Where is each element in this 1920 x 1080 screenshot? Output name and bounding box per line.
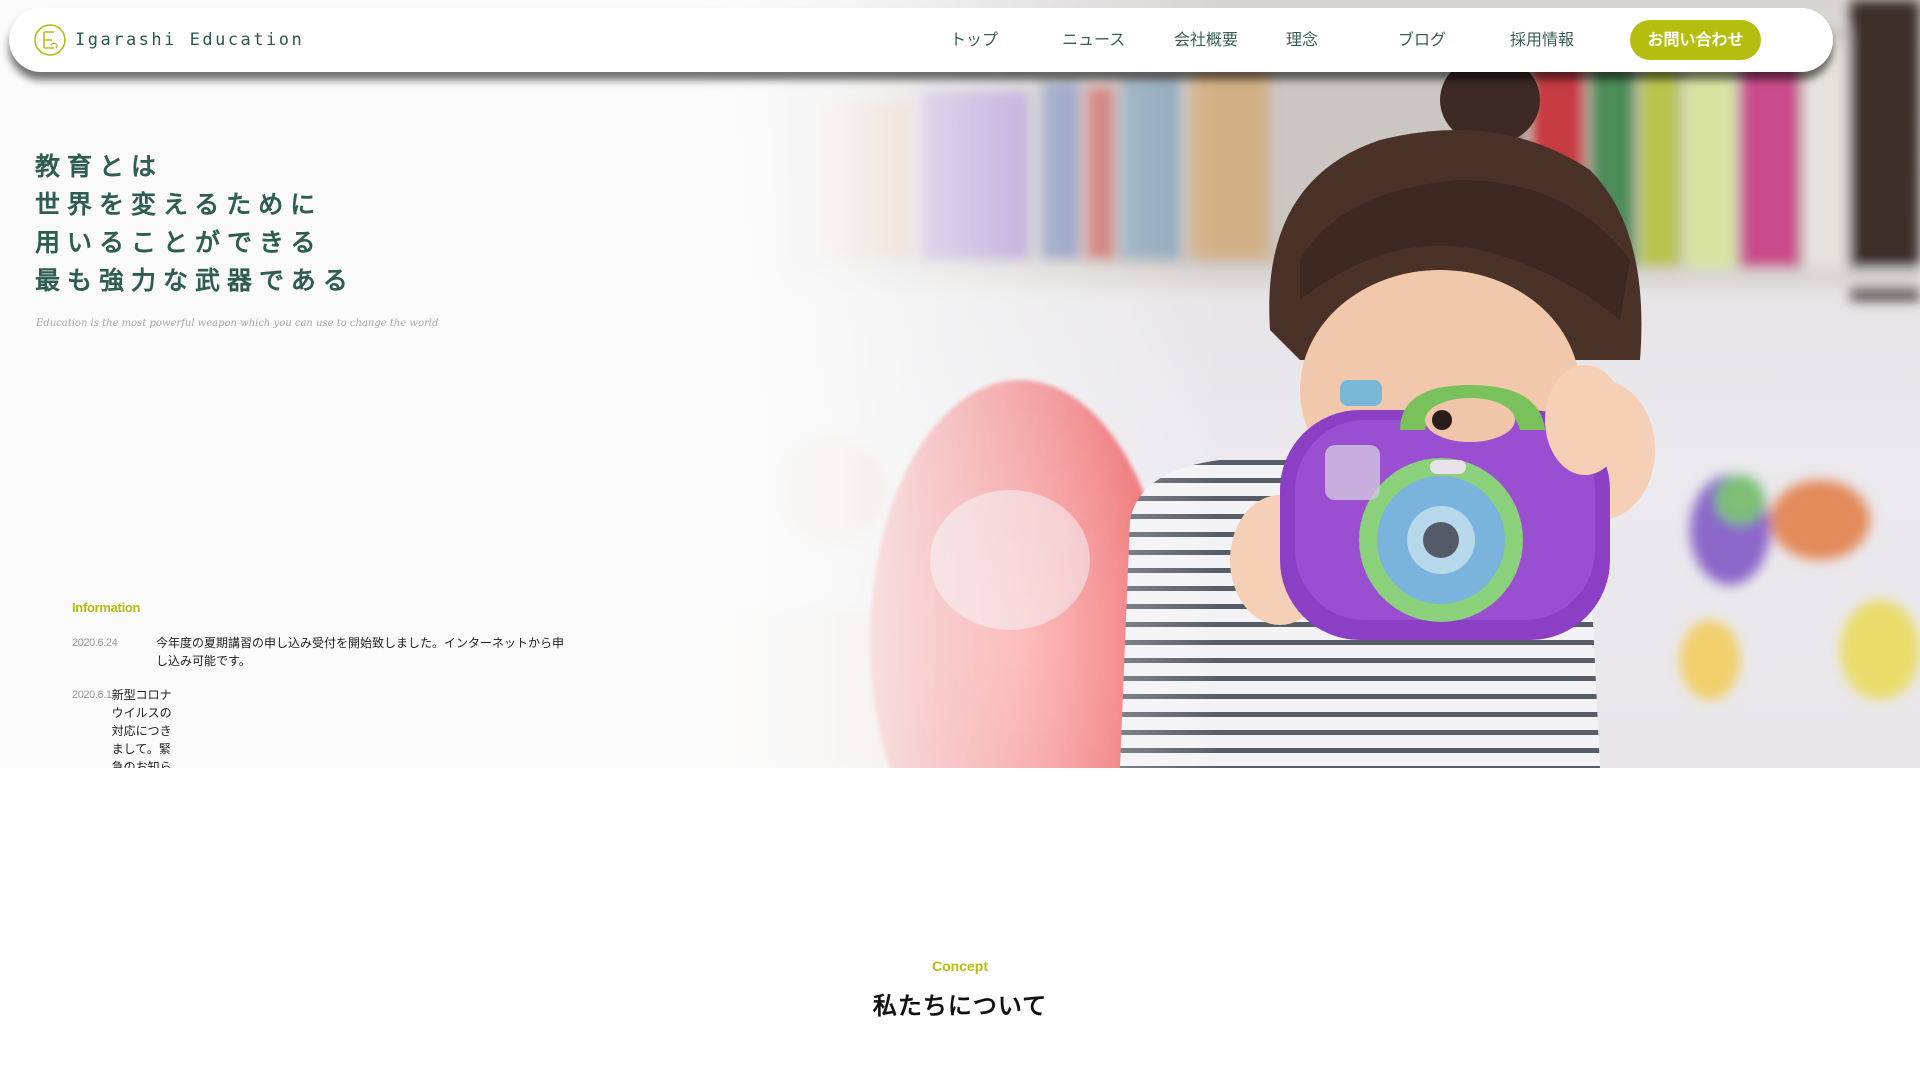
nav-company[interactable]: 会社概要	[1174, 29, 1238, 51]
headline-line-4: 最も強力な武器である	[35, 266, 355, 295]
concept-title: 私たちについて	[872, 992, 1048, 1020]
news-date: 2020.6.24	[72, 637, 118, 649]
news-item[interactable]: 2020.6.1 新型コロナウイルスの対応につきまして。緊急のお知らせです。	[72, 686, 173, 768]
hero-section: 教育とは 世界を変えるために 用いることができる 最も強力な武器である Educ…	[0, 0, 1920, 768]
nav-recruit[interactable]: 採用情報	[1510, 29, 1574, 51]
news-date: 2020.6.1	[72, 689, 112, 701]
information-section: Information 2020.6.24 今年度の夏期講習の申し込み受付を開始…	[72, 600, 564, 768]
headline-line-3: 用いることができる	[35, 228, 323, 257]
headline-line-1: 教育とは	[35, 152, 164, 181]
nav-philosophy[interactable]: 理念	[1286, 29, 1318, 51]
site-logo[interactable]: Igarashi Education	[33, 23, 304, 57]
site-header: Igarashi Education トップ ニュース 会社概要 理念 ブログ …	[9, 8, 1833, 72]
concept-label: Concept	[932, 958, 988, 974]
news-item[interactable]: 2020.6.24 今年度の夏期講習の申し込み受付を開始致しました。インターネッ…	[72, 634, 566, 670]
information-heading: Information	[72, 600, 141, 615]
nav-news[interactable]: ニュース	[1062, 29, 1125, 51]
hero-subtitle: Education is the most powerful weapon wh…	[36, 318, 439, 329]
brand-name: Igarashi Education	[75, 30, 305, 50]
hero-headline: 教育とは 世界を変えるために 用いることができる 最も強力な武器である	[35, 148, 355, 300]
logo-mark-icon	[34, 24, 66, 56]
nav-top[interactable]: トップ	[950, 29, 998, 51]
nav-blog[interactable]: ブログ	[1398, 29, 1446, 51]
contact-button[interactable]: お問い合わせ	[1630, 20, 1761, 60]
hero-fade-overlay	[700, 0, 1220, 768]
news-text[interactable]: 新型コロナウイルスの対応につきまして。緊急のお知らせです。	[112, 686, 173, 768]
headline-line-2: 世界を変えるために	[35, 190, 323, 219]
news-text[interactable]: 今年度の夏期講習の申し込み受付を開始致しました。インターネットから申し込み可能で…	[156, 634, 566, 670]
